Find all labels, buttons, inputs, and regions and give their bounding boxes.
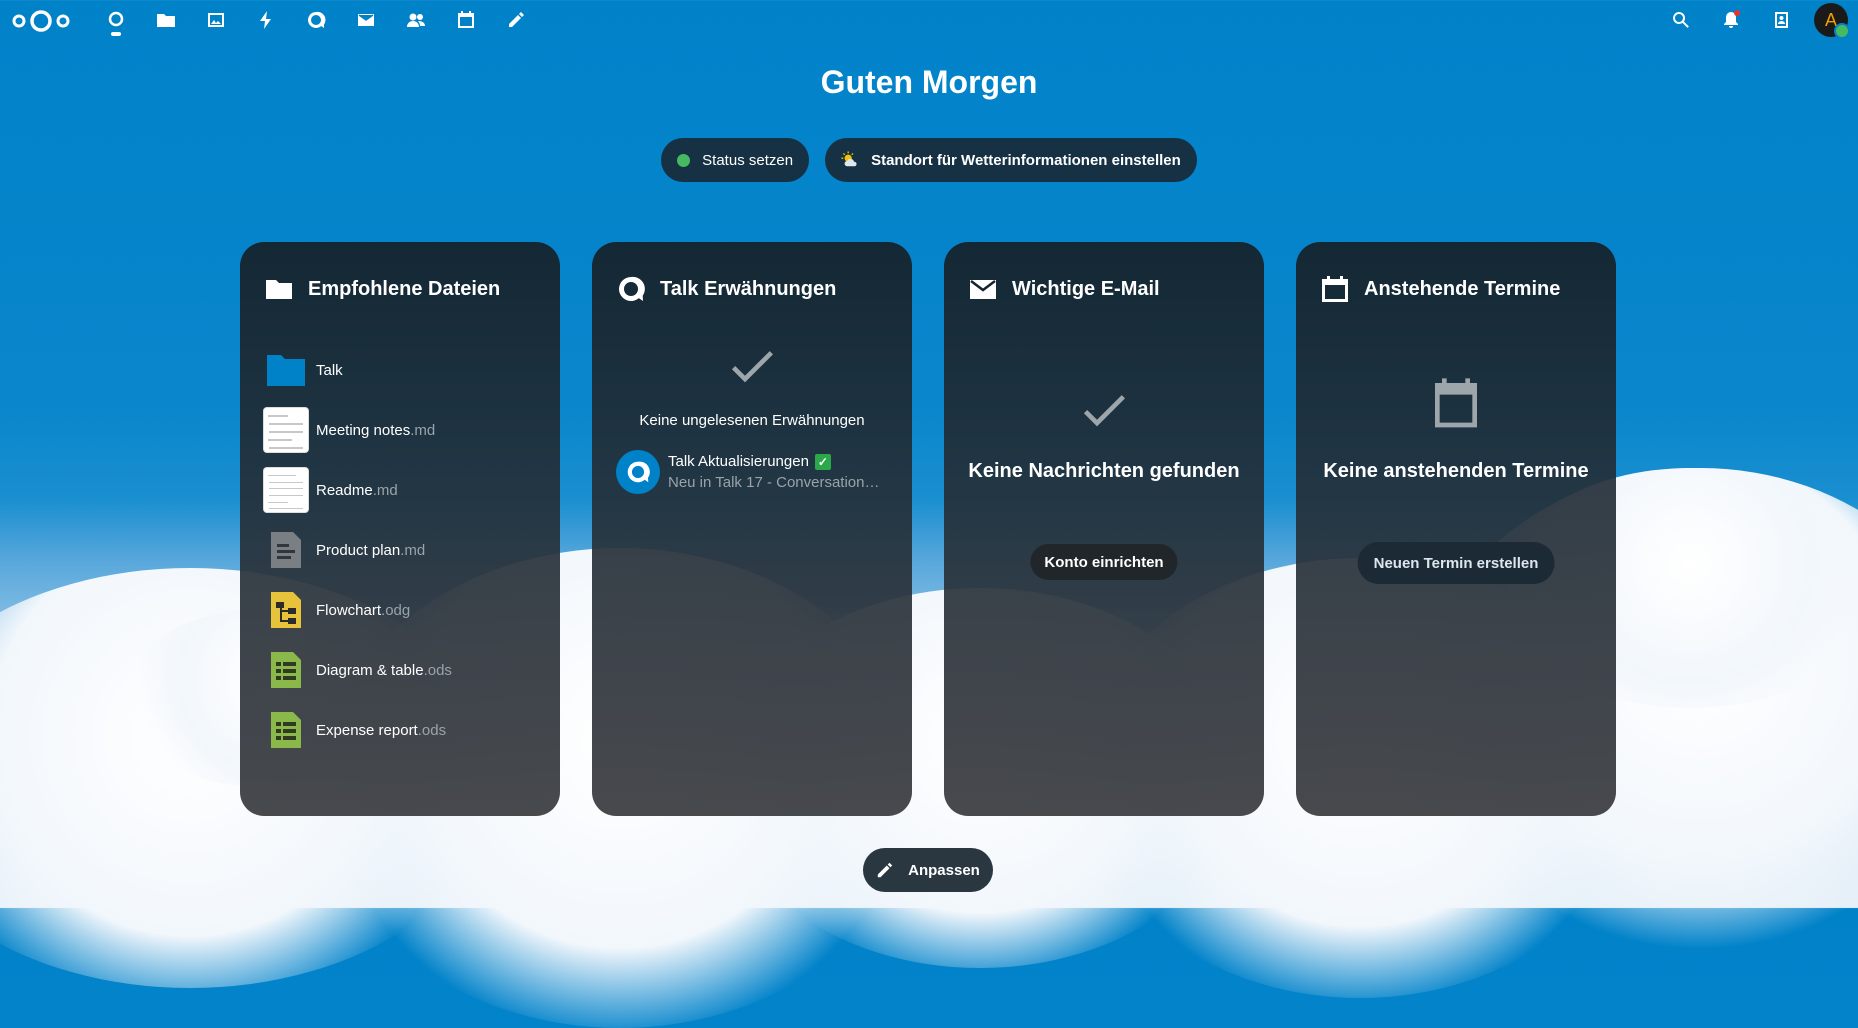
- top-header: A: [0, 0, 1858, 50]
- customize-button[interactable]: Anpassen: [863, 848, 993, 892]
- folder-icon: [266, 280, 292, 299]
- pencil-icon: [877, 862, 893, 878]
- widget-panels: Empfohlene Dateien Talk Meeting notes.md…: [240, 242, 1616, 816]
- calendar-empty-icon: [1428, 376, 1484, 437]
- online-status-dot: [677, 153, 691, 167]
- calendar-icon: [1322, 276, 1348, 302]
- file-name: Meeting notes.md: [316, 421, 436, 439]
- status-row: Status setzen Standort für Wetterinforma…: [0, 138, 1858, 182]
- online-status-indicator: [1834, 23, 1850, 39]
- contacts-icon[interactable]: [391, 0, 441, 40]
- drawing-file-icon: [264, 588, 308, 632]
- recommended-files-panel: Empfohlene Dateien Talk Meeting notes.md…: [240, 242, 560, 816]
- file-list: Talk Meeting notes.md Readme.md Product …: [264, 340, 544, 760]
- files-icon[interactable]: [141, 0, 191, 40]
- file-item[interactable]: Talk: [264, 340, 544, 400]
- activity-icon[interactable]: [241, 0, 291, 40]
- panel-title: Empfohlene Dateien: [308, 277, 501, 300]
- new-event-button[interactable]: Neuen Termin erstellen: [1357, 542, 1555, 584]
- document-thumbnail: [264, 468, 308, 512]
- search-icon[interactable]: [1656, 0, 1706, 40]
- checkmark-icon: [1076, 382, 1132, 443]
- empty-events-title: Keine anstehenden Termine: [1323, 460, 1589, 482]
- file-name: Talk: [316, 361, 343, 379]
- app-menu: [91, 0, 541, 50]
- setup-account-button[interactable]: Konto einrichten: [1030, 544, 1178, 580]
- file-name: Product plan.md: [316, 541, 426, 559]
- file-item[interactable]: Expense report.ods: [264, 700, 544, 760]
- weather-location-button[interactable]: Standort für Wetterinformationen einstel…: [825, 138, 1197, 182]
- talk-icon: [618, 276, 645, 301]
- talk-conversation-avatar: [616, 450, 660, 494]
- check-badge-icon: ✓: [814, 453, 831, 470]
- panel-header: Empfohlene Dateien: [264, 274, 544, 304]
- conversation-name: Talk Aktualisierungen ✓: [668, 453, 884, 470]
- file-item[interactable]: Meeting notes.md: [264, 400, 544, 460]
- contacts-menu-icon[interactable]: [1756, 0, 1806, 40]
- panel-title: Wichtige E-Mail: [1012, 277, 1160, 300]
- set-status-label: Status setzen: [702, 151, 794, 169]
- file-item[interactable]: Readme.md: [264, 460, 544, 520]
- upcoming-events-panel: Anstehende Termine Keine anstehenden Ter…: [1296, 242, 1616, 816]
- mail-icon: [970, 280, 996, 299]
- notes-icon[interactable]: [491, 0, 541, 40]
- header-right: A: [1656, 0, 1850, 40]
- panel-title: Talk Erwähnungen: [660, 277, 837, 300]
- set-status-button[interactable]: Status setzen: [661, 138, 810, 182]
- dashboard-icon[interactable]: [91, 0, 141, 40]
- mail-icon[interactable]: [341, 0, 391, 40]
- greeting-title: Guten Morgen: [820, 64, 1038, 100]
- calendar-icon[interactable]: [441, 0, 491, 40]
- conversation-item[interactable]: Talk Aktualisierungen ✓ Neu in Talk 17 -…: [616, 450, 896, 494]
- empty-mentions-text: Keine ungelesenen Erwähnungen: [639, 412, 865, 429]
- panel-header: Wichtige E-Mail: [968, 274, 1248, 304]
- talk-mentions-panel: Talk Erwähnungen Keine ungelesenen Erwäh…: [592, 242, 912, 816]
- file-item[interactable]: Flowchart.odg: [264, 580, 544, 640]
- file-name: Readme.md: [316, 481, 398, 499]
- weather-location-label: Standort für Wetterinformationen einstel…: [871, 151, 1181, 169]
- spreadsheet-icon: [264, 648, 308, 692]
- file-item[interactable]: Product plan.md: [264, 520, 544, 580]
- empty-mail-title: Keine Nachrichten gefunden: [968, 460, 1240, 482]
- file-item[interactable]: Diagram & table.ods: [264, 640, 544, 700]
- conversation-text: Talk Aktualisierungen ✓ Neu in Talk 17 -…: [668, 453, 884, 491]
- panel-title: Anstehende Termine: [1364, 277, 1561, 300]
- customize-label: Anpassen: [908, 861, 980, 879]
- nextcloud-logo[interactable]: [10, 8, 72, 34]
- file-name: Expense report.ods: [316, 721, 447, 739]
- panel-header: Anstehende Termine: [1320, 274, 1600, 304]
- spreadsheet-icon: [264, 708, 308, 752]
- talk-icon[interactable]: [291, 0, 341, 40]
- conversation-subtitle: Neu in Talk 17 - Conversations can now b…: [668, 474, 884, 491]
- file-name: Flowchart.odg: [316, 601, 411, 619]
- important-mail-panel: Wichtige E-Mail Keine Nachrichten gefund…: [944, 242, 1264, 816]
- file-name: Diagram & table.ods: [316, 661, 452, 679]
- folder-icon: [264, 348, 308, 392]
- document-thumbnail: [264, 408, 308, 452]
- checkmark-icon: [724, 338, 780, 399]
- user-avatar[interactable]: A: [1814, 3, 1850, 39]
- text-file-icon: [264, 528, 308, 572]
- photos-icon[interactable]: [191, 0, 241, 40]
- weather-sun-cloud-icon: [841, 151, 857, 167]
- panel-header: Talk Erwähnungen: [616, 274, 896, 304]
- notifications-bell-icon[interactable]: [1706, 0, 1756, 40]
- notification-dot: [1734, 10, 1740, 16]
